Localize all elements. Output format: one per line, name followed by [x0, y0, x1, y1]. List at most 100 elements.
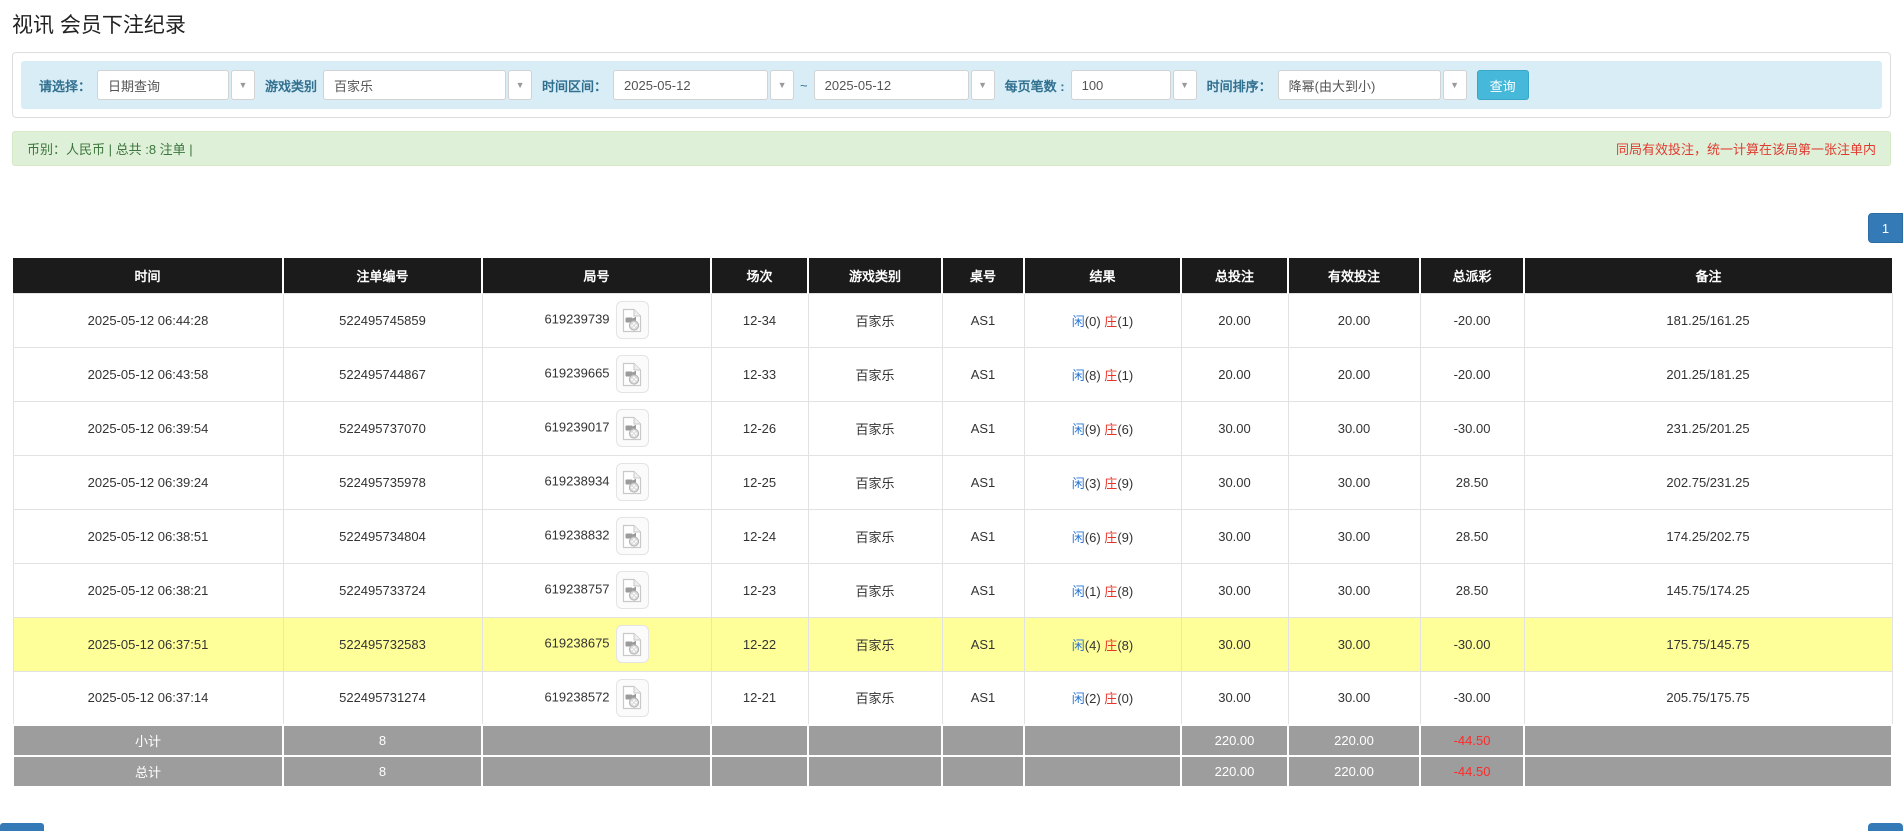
note-cell: 231.25/201.25: [1524, 401, 1892, 455]
banker-result: 庄: [1104, 368, 1117, 383]
game-type-cell: 百家乐: [808, 401, 942, 455]
round-id-cell: 619238757: [482, 563, 711, 617]
session-cell: 12-34: [711, 293, 808, 347]
per-page-label: 每页笔数 :: [1005, 76, 1065, 95]
table-no-cell: AS1: [942, 347, 1024, 401]
player-result: 闲: [1072, 368, 1085, 383]
payout-cell: 28.50: [1420, 455, 1524, 509]
valid-bet-cell: 30.00: [1288, 509, 1420, 563]
table-row: 2025-05-12 06:39:24522495735978619238934…: [13, 455, 1892, 509]
table-row: 2025-05-12 06:39:54522495737070619239017…: [13, 401, 1892, 455]
valid-bet-cell: 30.00: [1288, 617, 1420, 671]
time-cell: 2025-05-12 06:38:51: [13, 509, 283, 563]
total-bet-cell[interactable]: 20.00: [1181, 347, 1288, 401]
game-type-cell: 百家乐: [808, 563, 942, 617]
chevron-down-icon[interactable]: ▼: [1173, 70, 1197, 100]
bet-id-cell: 522495745859: [283, 293, 482, 347]
round-id-value: 619238572: [544, 689, 609, 704]
sort-order-label: 时间排序：: [1207, 76, 1272, 95]
session-cell: 12-22: [711, 617, 808, 671]
game-type-cell: 百家乐: [808, 671, 942, 725]
time-cell: 2025-05-12 06:39:54: [13, 401, 283, 455]
player-result: 闲: [1072, 530, 1085, 545]
round-id-cell: 619239739: [482, 293, 711, 347]
bet-id-cell: 522495731274: [283, 671, 482, 725]
banker-result: 庄: [1104, 476, 1117, 491]
totals-payout-cell: -44.50: [1420, 725, 1524, 756]
empty-cell: [1524, 725, 1892, 756]
video-record-icon[interactable]: [616, 679, 649, 717]
table-row: 2025-05-12 06:37:51522495732583619238675…: [13, 617, 1892, 671]
game-type-cell: 百家乐: [808, 455, 942, 509]
video-record-icon[interactable]: [616, 517, 649, 555]
total-bet-cell[interactable]: 30.00: [1181, 401, 1288, 455]
table-row: 2025-05-12 06:43:58522495744867619239665…: [13, 347, 1892, 401]
table-header-row: 时间注单编号局号场次游戏类别桌号结果总投注有效投注总派彩备注: [13, 258, 1892, 293]
pagination-top: 1: [0, 213, 1903, 243]
empty-cell: [808, 756, 942, 787]
game-type-label: 游戏类别: [265, 76, 317, 95]
round-id-value: 619239739: [544, 311, 609, 326]
table-no-cell: AS1: [942, 617, 1024, 671]
video-record-icon[interactable]: [616, 571, 649, 609]
player-result: 闲: [1072, 638, 1085, 653]
table-no-cell: AS1: [942, 509, 1024, 563]
total-bet-cell[interactable]: 30.00: [1181, 617, 1288, 671]
payout-cell: -20.00: [1420, 293, 1524, 347]
column-header: 总投注: [1181, 258, 1288, 293]
page-title: 视讯 会员下注纪录: [12, 9, 1891, 39]
date-from-select[interactable]: 2025-05-12: [613, 70, 768, 100]
per-page-select[interactable]: 100: [1071, 70, 1171, 100]
player-result: 闲: [1072, 691, 1085, 706]
payout-cell: 28.50: [1420, 509, 1524, 563]
bet-id-cell: 522495733724: [283, 563, 482, 617]
column-header: 局号: [482, 258, 711, 293]
video-record-icon[interactable]: [616, 355, 649, 393]
total-bet-cell[interactable]: 30.00: [1181, 509, 1288, 563]
column-header: 游戏类别: [808, 258, 942, 293]
video-record-icon[interactable]: [616, 409, 649, 447]
player-result: 闲: [1072, 584, 1085, 599]
column-header: 备注: [1524, 258, 1892, 293]
video-record-icon[interactable]: [616, 625, 649, 663]
page-1-button[interactable]: 1: [1868, 213, 1903, 243]
video-record-icon[interactable]: [616, 301, 649, 339]
empty-cell: [1524, 756, 1892, 787]
totals-count-cell: 8: [283, 725, 482, 756]
date-to-select[interactable]: 2025-05-12: [814, 70, 969, 100]
bottom-left-button-clipped[interactable]: [0, 823, 44, 831]
total-bet-cell[interactable]: 30.00: [1181, 563, 1288, 617]
query-type-select[interactable]: 日期查询: [97, 70, 229, 100]
chevron-down-icon[interactable]: ▼: [971, 70, 995, 100]
bet-records-table: 时间注单编号局号场次游戏类别桌号结果总投注有效投注总派彩备注 2025-05-1…: [12, 258, 1893, 788]
table-no-cell: AS1: [942, 455, 1024, 509]
total-bet-cell[interactable]: 30.00: [1181, 671, 1288, 725]
result-cell: 闲(3) 庄(9): [1024, 455, 1181, 509]
game-type-select[interactable]: 百家乐: [323, 70, 506, 100]
chevron-down-icon[interactable]: ▼: [231, 70, 255, 100]
banker-result: 庄: [1104, 584, 1117, 599]
sort-order-select[interactable]: 降幂(由大到小): [1278, 70, 1441, 100]
chevron-down-icon[interactable]: ▼: [508, 70, 532, 100]
result-cell: 闲(1) 庄(8): [1024, 563, 1181, 617]
note-cell: 174.25/202.75: [1524, 509, 1892, 563]
round-id-value: 619238675: [544, 635, 609, 650]
totals-total-bet-cell: 220.00: [1181, 756, 1288, 787]
totals-payout-cell: -44.50: [1420, 756, 1524, 787]
chevron-down-icon[interactable]: ▼: [1443, 70, 1467, 100]
video-record-icon[interactable]: [616, 463, 649, 501]
query-type-label: 请选择：: [39, 76, 91, 95]
chevron-down-icon[interactable]: ▼: [770, 70, 794, 100]
total-bet-cell[interactable]: 30.00: [1181, 455, 1288, 509]
pagination-bottom-button-clipped[interactable]: [1868, 823, 1903, 831]
total-bet-cell[interactable]: 20.00: [1181, 293, 1288, 347]
summary-bar: 币别：人民币 | 总共 :8 注单 | 同局有效投注，统一计算在该局第一张注单内: [12, 131, 1891, 166]
round-id-cell: 619239665: [482, 347, 711, 401]
same-round-notice: 同局有效投注，统一计算在该局第一张注单内: [1616, 139, 1876, 158]
session-cell: 12-23: [711, 563, 808, 617]
valid-bet-cell: 30.00: [1288, 401, 1420, 455]
tilde-separator: ~: [800, 78, 808, 93]
valid-bet-cell: 30.00: [1288, 455, 1420, 509]
search-button[interactable]: 查询: [1477, 70, 1529, 100]
player-result: 闲: [1072, 476, 1085, 491]
